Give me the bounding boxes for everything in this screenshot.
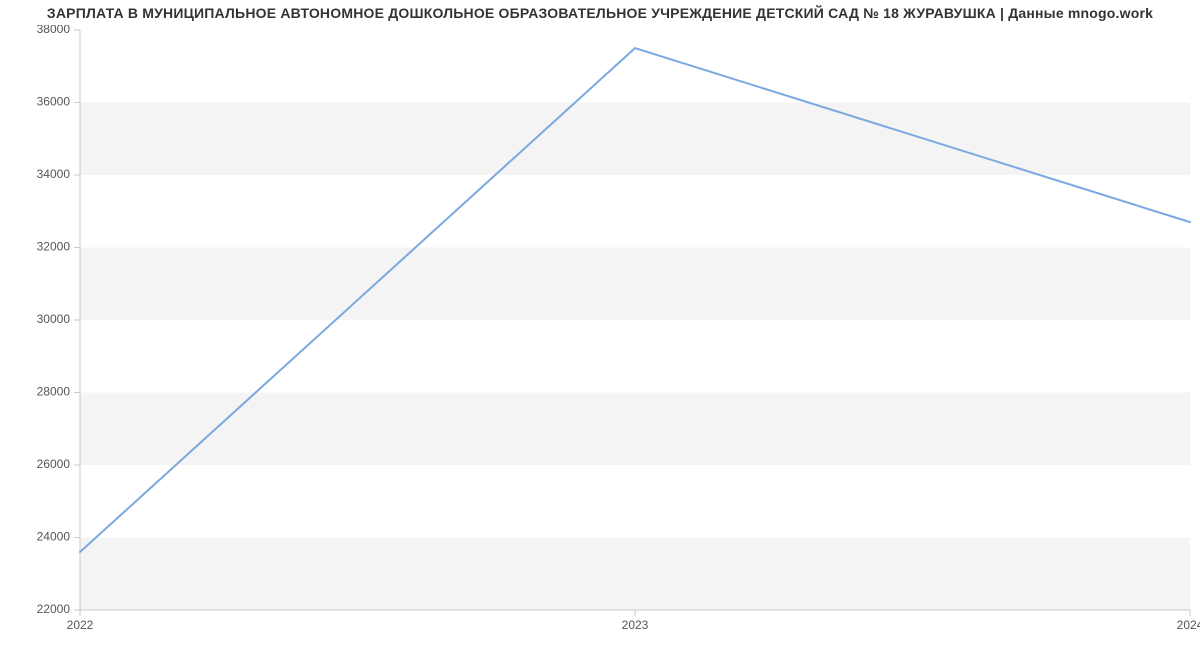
y-tick-label: 32000 xyxy=(37,240,71,254)
y-tick-label: 36000 xyxy=(37,95,71,109)
grid-band xyxy=(80,393,1190,466)
x-tick-label: 2023 xyxy=(622,618,649,632)
grid-band xyxy=(80,538,1190,611)
y-tick-label: 22000 xyxy=(37,602,71,616)
y-tick-label: 28000 xyxy=(37,385,71,399)
y-tick-label: 38000 xyxy=(37,25,71,36)
chart-svg: 22000 24000 26000 28000 30000 32000 34000 36000… xyxy=(20,25,1200,640)
chart-title: ЗАРПЛАТА В МУНИЦИПАЛЬНОЕ АВТОНОМНОЕ ДОШК… xyxy=(0,5,1200,21)
x-tick-label: 2024 xyxy=(1177,618,1200,632)
plot-area: 2200024000260002800030000320003400036000… xyxy=(80,30,1190,610)
grid-band xyxy=(80,248,1190,321)
salary-line-chart: ЗАРПЛАТА В МУНИЦИПАЛЬНОЕ АВТОНОМНОЕ ДОШК… xyxy=(0,0,1200,650)
x-tick-label: 2022 xyxy=(67,618,94,632)
y-tick-label: 26000 xyxy=(37,457,71,471)
grid-band xyxy=(80,103,1190,176)
y-tick-label: 24000 xyxy=(37,530,71,544)
y-tick-label: 30000 xyxy=(37,312,71,326)
y-tick-label: 34000 xyxy=(37,167,71,181)
